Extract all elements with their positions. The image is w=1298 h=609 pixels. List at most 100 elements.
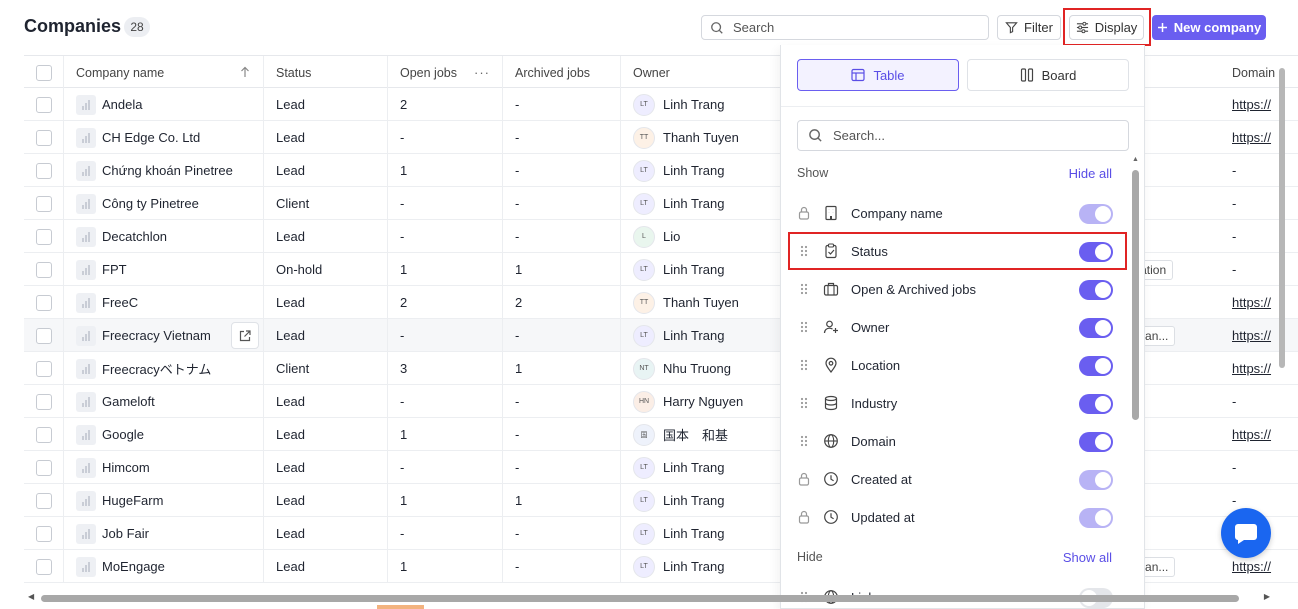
field-row[interactable]: Open & Archived jobs: [797, 270, 1113, 308]
domain-cell[interactable]: https://: [1220, 286, 1298, 319]
panel-search-box[interactable]: [797, 120, 1129, 151]
company-name[interactable]: Job Fair: [102, 526, 149, 541]
field-toggle[interactable]: [1079, 356, 1113, 376]
company-name[interactable]: Google: [102, 427, 144, 442]
field-toggle[interactable]: [1079, 394, 1113, 414]
company-name[interactable]: Andela: [102, 97, 142, 112]
field-row[interactable]: Status: [797, 232, 1113, 270]
scroll-left-icon[interactable]: ◀: [28, 592, 34, 601]
row-checkbox[interactable]: [35, 459, 52, 476]
row-checkbox[interactable]: [35, 393, 52, 410]
domain-cell[interactable]: -: [1220, 154, 1298, 187]
domain-link[interactable]: https://: [1232, 559, 1271, 574]
status-cell[interactable]: Lead: [264, 451, 388, 484]
status-cell[interactable]: Lead: [264, 484, 388, 517]
field-row[interactable]: Company name: [797, 194, 1113, 232]
chat-button[interactable]: [1221, 508, 1271, 558]
company-name-cell[interactable]: FPT: [64, 253, 264, 286]
company-name[interactable]: Chứng khoán Pinetree: [102, 163, 233, 178]
domain-link[interactable]: https://: [1232, 295, 1271, 310]
company-name[interactable]: Freecracy Vietnam: [102, 328, 211, 343]
status-cell[interactable]: Lead: [264, 385, 388, 418]
company-name[interactable]: CH Edge Co. Ltd: [102, 130, 200, 145]
company-name-cell[interactable]: Gameloft: [64, 385, 264, 418]
row-checkbox[interactable]: [35, 360, 52, 377]
status-cell[interactable]: Lead: [264, 220, 388, 253]
status-cell[interactable]: Lead: [264, 154, 388, 187]
horizontal-scrollbar[interactable]: ◀ ▶: [24, 592, 1274, 604]
horizontal-scroll-thumb[interactable]: [41, 595, 1239, 602]
company-name[interactable]: Himcom: [102, 460, 150, 475]
company-name-cell[interactable]: Freecracyベトナム: [64, 352, 264, 385]
domain-cell[interactable]: -: [1220, 187, 1298, 220]
status-cell[interactable]: Lead: [264, 286, 388, 319]
status-cell[interactable]: Lead: [264, 319, 388, 352]
new-company-button[interactable]: New company: [1152, 15, 1266, 40]
field-row[interactable]: Industry: [797, 384, 1113, 422]
company-name-cell[interactable]: MoEngage: [64, 550, 264, 583]
company-name-cell[interactable]: Andela: [64, 88, 264, 121]
row-checkbox[interactable]: [35, 327, 52, 344]
hide-all-link[interactable]: Hide all: [1069, 166, 1112, 181]
field-toggle[interactable]: [1079, 280, 1113, 300]
company-name-cell[interactable]: Freecracy Vietnam: [64, 319, 264, 352]
sort-ascending-icon[interactable]: [239, 66, 251, 78]
row-checkbox[interactable]: [35, 261, 52, 278]
row-checkbox[interactable]: [35, 129, 52, 146]
show-all-link[interactable]: Show all: [1063, 550, 1112, 565]
domain-link[interactable]: https://: [1232, 97, 1271, 112]
domain-cell[interactable]: https://: [1220, 319, 1298, 352]
company-name[interactable]: MoEngage: [102, 559, 165, 574]
status-cell[interactable]: On-hold: [264, 253, 388, 286]
drag-handle-icon[interactable]: [800, 244, 808, 258]
status-cell[interactable]: Client: [264, 187, 388, 220]
domain-cell[interactable]: https://: [1220, 550, 1298, 583]
field-row[interactable]: Owner: [797, 308, 1113, 346]
filter-button[interactable]: Filter: [997, 15, 1061, 40]
domain-cell[interactable]: https://: [1220, 352, 1298, 385]
view-table-option[interactable]: Table: [797, 59, 959, 91]
company-name[interactable]: FreeC: [102, 295, 138, 310]
display-button[interactable]: Display: [1069, 15, 1144, 40]
domain-link[interactable]: https://: [1232, 361, 1271, 376]
open-external-icon[interactable]: [231, 322, 259, 349]
panel-scroll-up-icon[interactable]: ▲: [1132, 156, 1139, 163]
row-checkbox[interactable]: [35, 426, 52, 443]
row-checkbox[interactable]: [35, 294, 52, 311]
status-cell[interactable]: Client: [264, 352, 388, 385]
row-checkbox[interactable]: [35, 162, 52, 179]
panel-vertical-scrollbar[interactable]: [1132, 170, 1139, 420]
select-all-checkbox[interactable]: [35, 64, 52, 81]
company-name-cell[interactable]: Job Fair: [64, 517, 264, 550]
search-box[interactable]: [701, 15, 989, 40]
drag-handle-icon[interactable]: [800, 434, 808, 448]
domain-cell[interactable]: https://: [1220, 88, 1298, 121]
domain-cell[interactable]: https://: [1220, 418, 1298, 451]
status-cell[interactable]: Lead: [264, 517, 388, 550]
domain-cell[interactable]: -: [1220, 253, 1298, 286]
domain-link[interactable]: https://: [1232, 328, 1271, 343]
column-domain[interactable]: Domain: [1220, 56, 1298, 89]
field-row[interactable]: Location: [797, 346, 1113, 384]
status-cell[interactable]: Lead: [264, 121, 388, 154]
company-name-cell[interactable]: Himcom: [64, 451, 264, 484]
row-checkbox[interactable]: [35, 525, 52, 542]
field-toggle[interactable]: [1079, 432, 1113, 452]
row-checkbox[interactable]: [35, 96, 52, 113]
status-cell[interactable]: Lead: [264, 418, 388, 451]
field-row[interactable]: Created at: [797, 460, 1113, 498]
company-name[interactable]: Freecracyベトナム: [102, 359, 211, 378]
company-name-cell[interactable]: CH Edge Co. Ltd: [64, 121, 264, 154]
row-checkbox[interactable]: [35, 492, 52, 509]
view-board-option[interactable]: Board: [967, 59, 1129, 91]
column-open-jobs[interactable]: Open jobs ···: [388, 56, 503, 89]
company-name-cell[interactable]: FreeC: [64, 286, 264, 319]
status-cell[interactable]: Lead: [264, 88, 388, 121]
company-name[interactable]: HugeFarm: [102, 493, 163, 508]
column-company-name[interactable]: Company name: [64, 56, 264, 89]
scroll-right-icon[interactable]: ▶: [1264, 592, 1270, 601]
company-name-cell[interactable]: Chứng khoán Pinetree: [64, 154, 264, 187]
panel-search-input[interactable]: [833, 128, 1113, 143]
field-toggle[interactable]: [1079, 242, 1113, 262]
drag-handle-icon[interactable]: [800, 282, 808, 296]
